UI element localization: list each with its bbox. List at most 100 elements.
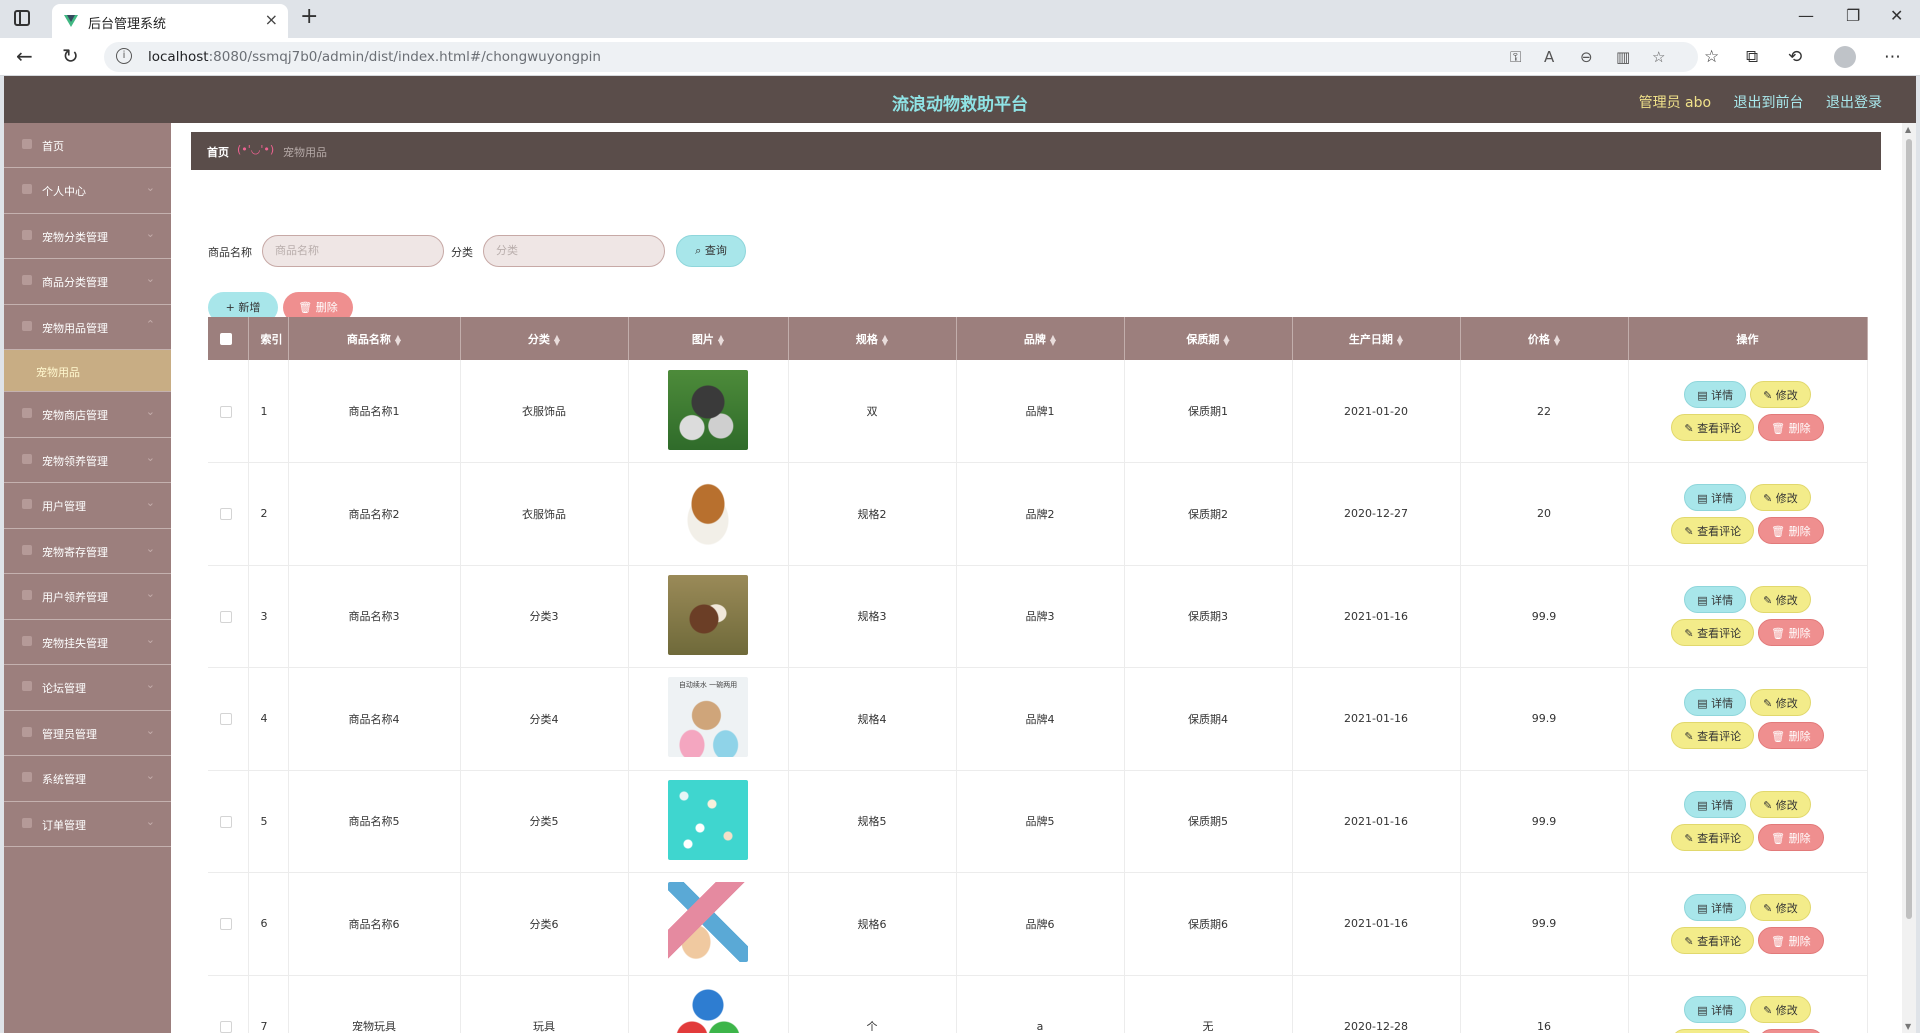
category-search-input[interactable]: 分类	[483, 235, 665, 267]
edit-button[interactable]: ✎ 修改	[1750, 996, 1811, 1024]
site-info-icon[interactable]: i	[116, 48, 132, 64]
view-comments-button[interactable]: ✎ 查看评论	[1671, 1029, 1755, 1033]
tab-close-icon[interactable]: ×	[265, 10, 278, 29]
history-icon[interactable]: ⟲	[1788, 47, 1802, 67]
logout-link[interactable]: 退出登录	[1826, 95, 1882, 111]
edit-button[interactable]: ✎ 修改	[1750, 893, 1811, 921]
column-header[interactable]: 品牌 ▲ ▼	[956, 317, 1125, 360]
profile-avatar[interactable]	[1834, 46, 1856, 68]
view-comments-button[interactable]: ✎ 查看评论	[1671, 926, 1755, 954]
url-field[interactable]: i localhost:8080/ssmqj7b0/admin/dist/ind…	[104, 42, 1698, 72]
delete-button[interactable]: 🗑 删除	[1758, 926, 1824, 954]
read-aloud-icon[interactable]: A	[1544, 48, 1554, 66]
delete-button[interactable]: 🗑 删除	[1758, 516, 1824, 544]
sidebar-item-pet-category[interactable]: 宠物分类管理 ⌄	[4, 214, 171, 259]
sidebar-item-users[interactable]: 用户管理 ⌄	[4, 483, 171, 529]
window-close-icon[interactable]: ✕	[1890, 6, 1903, 25]
collections-icon[interactable]: ⧉	[1746, 47, 1758, 67]
split-view-icon[interactable]: ▥	[1616, 48, 1630, 66]
edit-button[interactable]: ✎ 修改	[1750, 688, 1811, 716]
column-header[interactable]: 分类 ▲ ▼	[460, 317, 629, 360]
view-comments-button[interactable]: ✎ 查看评论	[1671, 824, 1755, 852]
back-to-front-link[interactable]: 退出到前台	[1734, 95, 1804, 111]
edit-button[interactable]: ✎ 修改	[1750, 586, 1811, 614]
view-comments-button[interactable]: ✎ 查看评论	[1671, 619, 1755, 647]
zoom-icon[interactable]: ⊖	[1580, 48, 1593, 66]
key-icon[interactable]: ⚿	[1510, 48, 1521, 66]
scroll-thumb[interactable]	[1906, 139, 1912, 919]
product-image[interactable]: 自动续水 一碗两用	[668, 677, 748, 758]
query-button[interactable]: ⌕ 查询	[676, 235, 746, 267]
new-tab-button[interactable]: +	[300, 4, 318, 29]
delete-button[interactable]: 🗑 删除	[1758, 824, 1824, 852]
column-header[interactable]: 生产日期 ▲ ▼	[1292, 317, 1461, 360]
detail-button[interactable]: ▤ 详情	[1684, 586, 1747, 614]
sort-icon[interactable]: ▲ ▼	[554, 333, 560, 346]
sort-icon[interactable]: ▲ ▼	[395, 333, 401, 346]
column-header[interactable]: 价格 ▲ ▼	[1460, 317, 1629, 360]
sidebar-item-forum[interactable]: 论坛管理 ⌄	[4, 665, 171, 711]
scroll-down-icon[interactable]: ▼	[1905, 1022, 1911, 1031]
sort-icon[interactable]: ▲ ▼	[1223, 333, 1229, 346]
detail-button[interactable]: ▤ 详情	[1684, 791, 1747, 819]
row-checkbox[interactable]	[220, 405, 232, 418]
detail-button[interactable]: ▤ 详情	[1684, 381, 1747, 408]
product-image[interactable]	[668, 369, 748, 450]
product-image[interactable]	[668, 472, 748, 553]
scroll-up-icon[interactable]: ▲	[1905, 125, 1911, 134]
sort-icon[interactable]: ▲ ▼	[882, 333, 888, 346]
sidebar-item-pet-supplies[interactable]: 宠物用品管理 ⌃	[4, 305, 171, 350]
favorite-add-icon[interactable]: ☆	[1652, 48, 1665, 66]
product-image[interactable]	[668, 779, 748, 860]
back-icon[interactable]: ←	[16, 44, 33, 68]
sidebar-item-orders[interactable]: 订单管理 ⌄	[4, 802, 171, 847]
refresh-icon[interactable]: ↻	[62, 44, 79, 68]
edit-button[interactable]: ✎ 修改	[1750, 381, 1811, 408]
row-checkbox[interactable]	[220, 815, 232, 828]
name-search-input[interactable]: 商品名称	[262, 235, 444, 267]
sidebar-item-admins[interactable]: 管理员管理 ⌄	[4, 711, 171, 756]
row-checkbox[interactable]	[220, 918, 232, 931]
delete-button[interactable]: 🗑 删除	[1758, 721, 1824, 749]
view-comments-button[interactable]: ✎ 查看评论	[1671, 414, 1755, 441]
edit-button[interactable]: ✎ 修改	[1750, 791, 1811, 819]
sort-icon[interactable]: ▲ ▼	[718, 333, 724, 346]
delete-button[interactable]: 🗑 删除	[1758, 414, 1824, 441]
sidebar-subitem-pet-supplies[interactable]: 宠物用品	[4, 350, 171, 392]
product-image[interactable]	[668, 574, 748, 655]
column-header[interactable]: 商品名称 ▲ ▼	[288, 317, 461, 360]
row-checkbox[interactable]	[220, 1020, 232, 1033]
edit-button[interactable]: ✎ 修改	[1750, 483, 1811, 511]
sort-icon[interactable]: ▲ ▼	[1397, 333, 1403, 346]
breadcrumb-home[interactable]: 首页	[207, 144, 229, 160]
detail-button[interactable]: ▤ 详情	[1684, 996, 1747, 1024]
sidebar-item-pet-store[interactable]: 宠物商店管理 ⌄	[4, 392, 171, 438]
select-all-checkbox[interactable]	[220, 333, 232, 345]
row-checkbox[interactable]	[220, 508, 232, 521]
view-comments-button[interactable]: ✎ 查看评论	[1671, 721, 1755, 749]
sort-icon[interactable]: ▲ ▼	[1554, 333, 1560, 346]
sidebar-item-product-category[interactable]: 商品分类管理 ⌄	[4, 259, 171, 305]
column-header[interactable]: 图片 ▲ ▼	[628, 317, 789, 360]
sort-icon[interactable]: ▲ ▼	[1050, 333, 1056, 346]
delete-button[interactable]: 🗑 删除	[1758, 619, 1824, 647]
sidebar-item-pet-adoption[interactable]: 宠物领养管理 ⌄	[4, 438, 171, 483]
detail-button[interactable]: ▤ 详情	[1684, 893, 1747, 921]
browser-tab[interactable]: 后台管理系统 ×	[52, 4, 288, 38]
view-comments-button[interactable]: ✎ 查看评论	[1671, 516, 1755, 544]
favorites-icon[interactable]: ☆	[1704, 47, 1719, 67]
detail-button[interactable]: ▤ 详情	[1684, 688, 1747, 716]
product-image[interactable]	[668, 984, 748, 1033]
tab-actions-icon[interactable]	[14, 10, 30, 26]
minimize-icon[interactable]: —	[1798, 6, 1814, 25]
row-checkbox[interactable]	[220, 610, 232, 623]
sidebar-item-pet-boarding[interactable]: 宠物寄存管理 ⌄	[4, 529, 171, 574]
column-header[interactable]: 规格 ▲ ▼	[788, 317, 957, 360]
column-header[interactable]: 保质期 ▲ ▼	[1124, 317, 1293, 360]
page-scrollbar[interactable]: ▲ ▼	[1902, 123, 1916, 1033]
product-image[interactable]	[668, 882, 748, 963]
sidebar-item-profile[interactable]: 个人中心 ⌄	[4, 168, 171, 214]
sidebar-item-home[interactable]: 首页	[4, 123, 171, 168]
delete-button[interactable]: 🗑 删除	[1758, 1029, 1824, 1033]
more-icon[interactable]: ⋯	[1884, 47, 1901, 67]
